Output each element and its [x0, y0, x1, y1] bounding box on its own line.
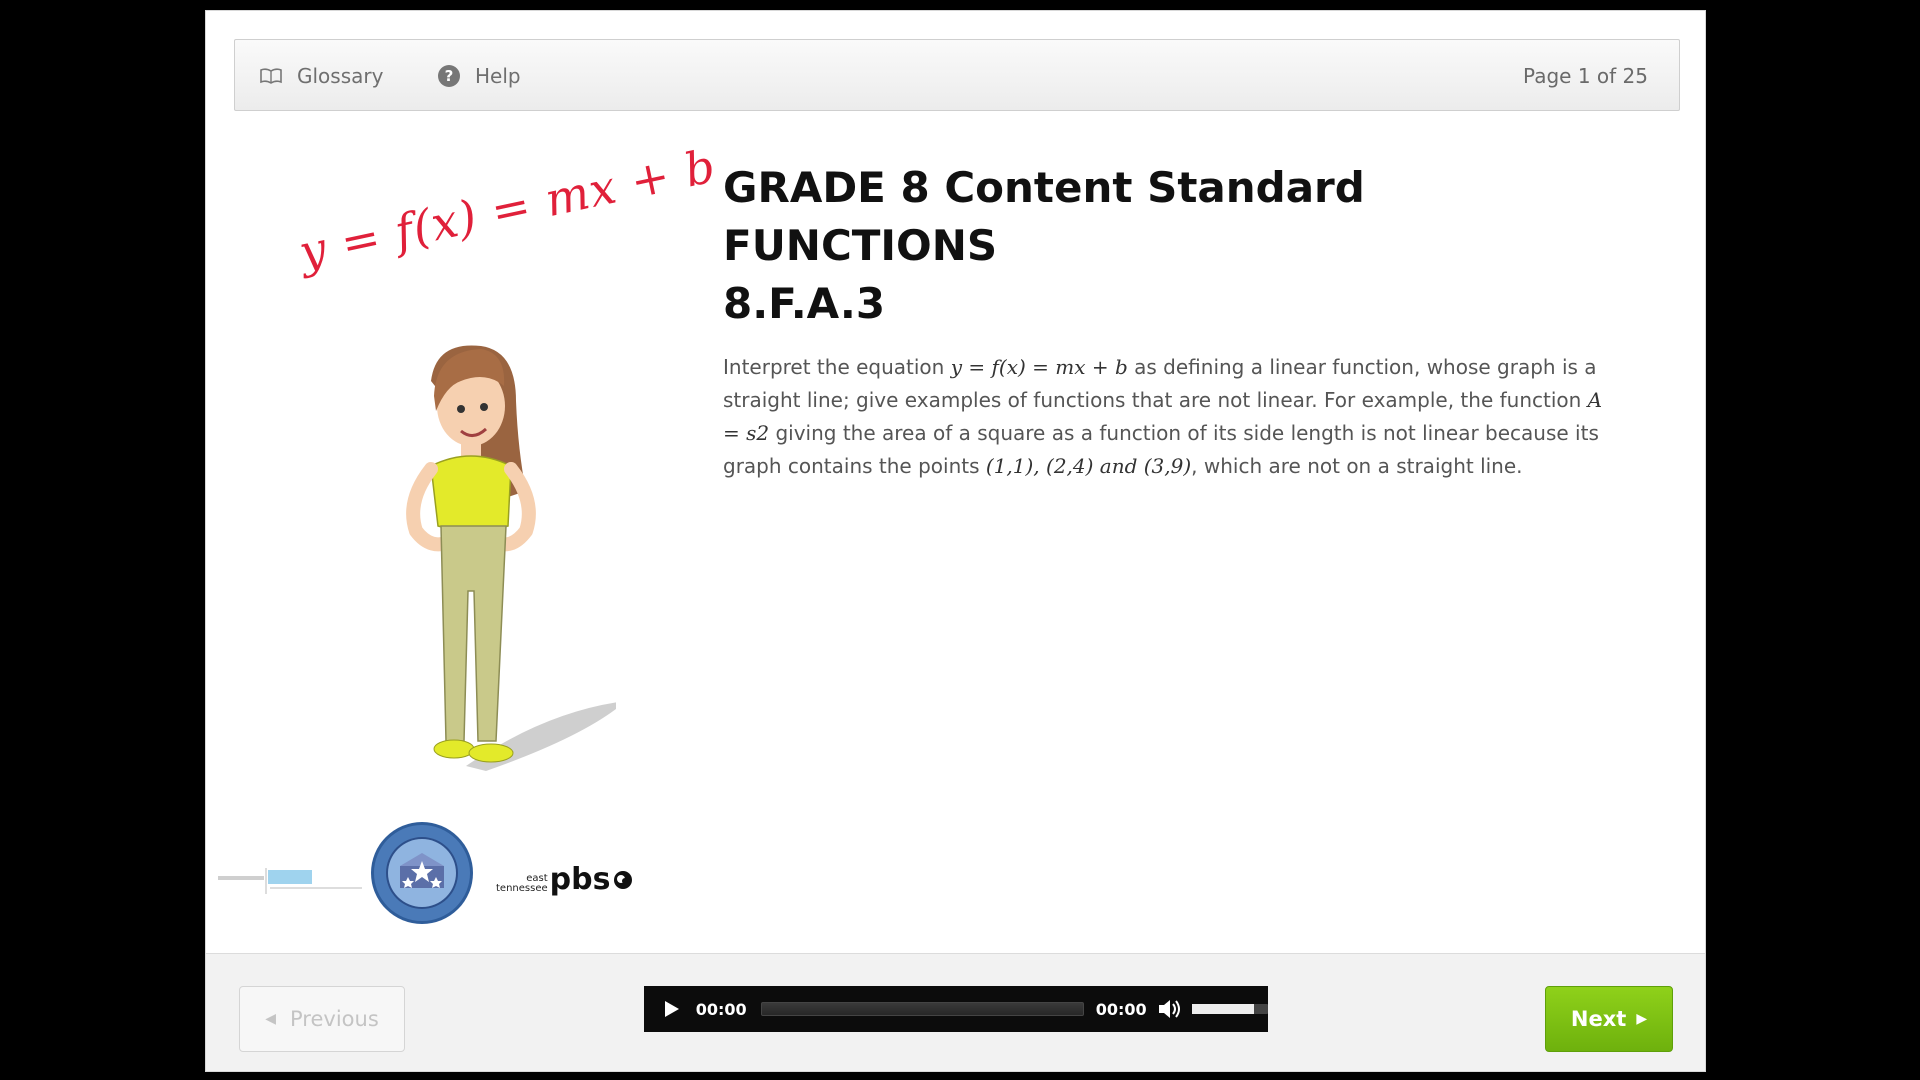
- tennessee-education-seal: [370, 821, 474, 925]
- east-tennessee-pbs-logo: east tennessee pbs: [496, 862, 633, 897]
- left-triangle-icon: ◀: [265, 1011, 277, 1027]
- audio-progress-bar[interactable]: [760, 1002, 1084, 1016]
- heading-grade: GRADE 8 Content Standard: [723, 163, 1365, 212]
- top-toolbar: Glossary ? Help Page 1 of 25: [234, 39, 1680, 111]
- heading-topic: FUNCTIONS: [723, 221, 998, 270]
- speaker-icon: [1158, 1000, 1180, 1018]
- audio-duration: 00:00: [1095, 999, 1147, 1019]
- pbs-logo-wordmark: pbs: [549, 862, 611, 897]
- glossary-label: Glossary: [297, 64, 384, 88]
- next-label: Next: [1570, 1007, 1627, 1031]
- teacher-character-illustration: [376, 341, 626, 790]
- lesson-card: Glossary ? Help Page 1 of 25 y = f(x) = …: [205, 10, 1706, 1072]
- help-button[interactable]: ? Help: [437, 40, 521, 112]
- standard-description: Interpret the equation y = f(x) = mx + b…: [723, 351, 1608, 483]
- play-button[interactable]: [652, 986, 692, 1032]
- pbs-logo-tennessee: tennessee: [496, 883, 548, 894]
- handwritten-equation: y = f(x) = mx + b: [294, 138, 721, 280]
- description-part-4: , which are not on a straight line.: [1191, 454, 1523, 478]
- book-icon: [259, 67, 283, 85]
- help-label: Help: [475, 64, 521, 88]
- pbs-logo-subtext: east tennessee: [496, 874, 548, 894]
- volume-slider[interactable]: [1192, 1004, 1268, 1014]
- play-icon: [664, 1001, 679, 1017]
- description-equation-1: y = f(x) = mx + b: [950, 355, 1128, 379]
- next-button[interactable]: Next ▶: [1545, 986, 1673, 1052]
- heading-standard-code: 8.F.A.3: [723, 279, 886, 328]
- pbs-head-icon: [613, 870, 633, 894]
- page-indicator: Page 1 of 25: [1523, 64, 1648, 88]
- institute-for-learning-logo: [216, 866, 364, 900]
- mute-button[interactable]: [1157, 986, 1187, 1032]
- previous-button[interactable]: ◀ Previous: [239, 986, 405, 1052]
- audio-player: 00:00 00:00: [644, 986, 1268, 1032]
- audio-current-time: 00:00: [695, 999, 747, 1019]
- navigation-footer: ◀ Previous 00:00 00:00 Next ▶: [206, 953, 1705, 1071]
- previous-label: Previous: [290, 1007, 379, 1031]
- right-triangle-icon: ▶: [1636, 1011, 1648, 1027]
- glossary-button[interactable]: Glossary: [259, 40, 383, 112]
- svg-text:?: ?: [445, 67, 454, 85]
- volume-level: [1192, 1004, 1255, 1014]
- description-points: (1,1), (2,4) and (3,9): [985, 454, 1192, 478]
- page-heading: GRADE 8 Content Standard FUNCTIONS 8.F.A…: [723, 159, 1365, 333]
- question-icon: ?: [437, 64, 461, 88]
- description-part-1: Interpret the equation: [723, 355, 951, 379]
